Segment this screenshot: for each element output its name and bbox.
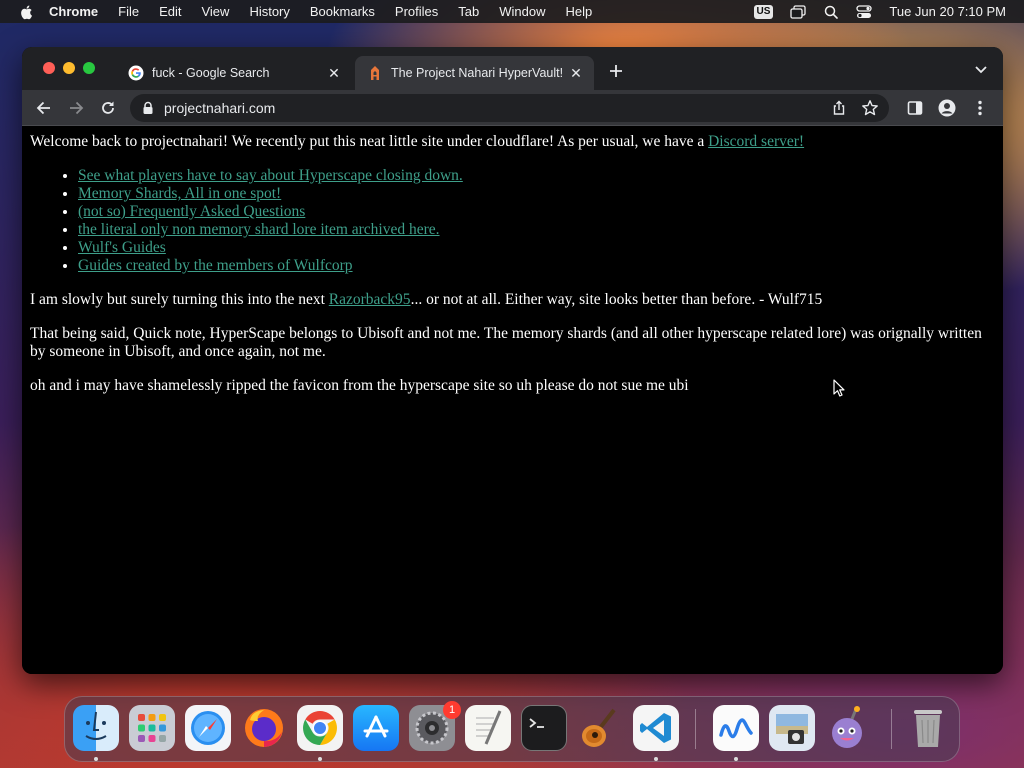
list-item: the literal only non memory shard lore i…: [78, 221, 995, 239]
system-settings-icon[interactable]: 1: [409, 701, 461, 751]
tab-close-icon[interactable]: ✕: [568, 65, 584, 81]
menu-history[interactable]: History: [249, 4, 289, 19]
lock-icon[interactable]: [142, 101, 154, 115]
finder-icon[interactable]: [73, 705, 119, 751]
bookmark-star-icon[interactable]: [861, 99, 879, 117]
tab-close-icon[interactable]: ✕: [326, 65, 342, 81]
tab-strip: fuck - Google Search ✕ The Project Nahar…: [22, 47, 1003, 90]
app-store-icon[interactable]: [353, 705, 399, 751]
browser-toolbar: projectnahari.com: [22, 90, 1003, 126]
terminal-icon[interactable]: [521, 705, 567, 751]
menu-bookmarks[interactable]: Bookmarks: [310, 4, 375, 19]
input-source-badge[interactable]: US: [753, 4, 774, 19]
mouse-pointer-icon: [833, 379, 845, 397]
tab-title: The Project Nahari HyperVault!: [391, 66, 564, 80]
menu-bar-clock[interactable]: Tue Jun 20 7:10 PM: [889, 4, 1006, 19]
razorback-paragraph: I am slowly but surely turning this into…: [30, 291, 995, 309]
dock-separator: [695, 709, 696, 749]
garageband-icon[interactable]: [577, 705, 623, 751]
running-indicator: [94, 757, 98, 761]
para2-after: ... or not at all. Either way, site look…: [410, 291, 823, 308]
freeform-icon[interactable]: [713, 705, 759, 751]
list-item: Wulf's Guides: [78, 239, 995, 257]
menu-tab[interactable]: Tab: [458, 4, 479, 19]
menu-window[interactable]: Window: [499, 4, 545, 19]
tab-google-search[interactable]: fuck - Google Search ✕: [116, 56, 352, 90]
intro-paragraph: Welcome back to projectnahari! We recent…: [30, 133, 995, 151]
hyperscape-closing-link[interactable]: See what players have to say about Hyper…: [78, 167, 463, 184]
menu-bar: Chrome File Edit View History Bookmarks …: [0, 0, 1024, 23]
stage-manager-icon[interactable]: [790, 4, 807, 19]
wulfs-guides-link[interactable]: Wulf's Guides: [78, 239, 166, 256]
firefox-icon[interactable]: [241, 705, 287, 751]
trash-icon[interactable]: [905, 705, 951, 751]
favicon-note-paragraph: oh and i may have shamelessly ripped the…: [30, 377, 689, 394]
menu-edit[interactable]: Edit: [159, 4, 181, 19]
vscode-icon[interactable]: [633, 705, 679, 751]
bomb-character-icon[interactable]: [825, 705, 871, 751]
list-item: Guides created by the members of Wulfcor…: [78, 257, 995, 275]
ubisoft-note-paragraph: That being said, Quick note, HyperScape …: [30, 325, 982, 360]
tab-title: fuck - Google Search: [152, 66, 270, 80]
menu-file[interactable]: File: [118, 4, 139, 19]
apple-icon[interactable]: [19, 4, 35, 20]
menu-app-name[interactable]: Chrome: [49, 4, 98, 19]
menu-view[interactable]: View: [201, 4, 229, 19]
link-list: See what players have to say about Hyper…: [30, 167, 995, 275]
faq-link[interactable]: (not so) Frequently Asked Questions: [78, 203, 305, 220]
safari-icon[interactable]: [185, 705, 231, 751]
new-tab-plus-icon[interactable]: [607, 62, 625, 80]
textedit-icon[interactable]: [465, 705, 511, 751]
forward-arrow-icon[interactable]: [66, 98, 86, 118]
minimize-window-button[interactable]: [63, 62, 75, 74]
dock: 1: [64, 696, 960, 762]
intro-text: Welcome back to projectnahari! We recent…: [30, 133, 709, 150]
list-item: Memory Shards, All in one spot!: [78, 185, 995, 203]
dock-separator: [891, 709, 892, 749]
discord-link[interactable]: Discord server!: [708, 133, 804, 150]
preview-icon[interactable]: [769, 705, 815, 751]
tab-search-chevron-icon[interactable]: [975, 65, 987, 75]
back-arrow-icon[interactable]: [34, 98, 54, 118]
hyperscape-icon: [371, 66, 379, 80]
running-indicator: [654, 757, 658, 761]
zoom-window-button[interactable]: [83, 62, 95, 74]
reload-icon[interactable]: [98, 98, 118, 118]
spotlight-search-icon[interactable]: [823, 5, 839, 19]
tab-project-nahari[interactable]: The Project Nahari HyperVault! ✕: [355, 56, 594, 90]
lore-item-link[interactable]: the literal only non memory shard lore i…: [78, 221, 440, 238]
address-url[interactable]: projectnahari.com: [164, 100, 275, 116]
google-g-icon: [128, 65, 144, 81]
razorback95-link[interactable]: Razorback95: [329, 291, 411, 308]
para2-before: I am slowly but surely turning this into…: [30, 291, 329, 308]
control-center-icon[interactable]: [856, 4, 873, 19]
browser-window: fuck - Google Search ✕ The Project Nahar…: [22, 47, 1003, 674]
side-panel-icon[interactable]: [905, 98, 925, 118]
chrome-icon[interactable]: [297, 705, 343, 751]
profile-avatar-icon[interactable]: [937, 98, 957, 118]
menu-bar-status: US Tue Jun 20 7:10 PM: [753, 0, 1006, 23]
running-indicator: [318, 757, 322, 761]
wulfcorp-guides-link[interactable]: Guides created by the members of Wulfcor…: [78, 257, 353, 274]
address-bar[interactable]: projectnahari.com: [130, 94, 889, 122]
list-item: See what players have to say about Hyper…: [78, 167, 995, 185]
memory-shards-link[interactable]: Memory Shards, All in one spot!: [78, 185, 281, 202]
menu-help[interactable]: Help: [566, 4, 593, 19]
notification-badge: 1: [443, 701, 461, 719]
running-indicator: [734, 757, 738, 761]
list-item: (not so) Frequently Asked Questions: [78, 203, 995, 221]
page-content: Welcome back to projectnahari! We recent…: [22, 127, 1003, 674]
chrome-menu-kebab-icon[interactable]: [970, 98, 990, 118]
launchpad-icon[interactable]: [129, 705, 175, 751]
share-icon[interactable]: [831, 100, 847, 116]
close-window-button[interactable]: [43, 62, 55, 74]
menu-profiles[interactable]: Profiles: [395, 4, 438, 19]
